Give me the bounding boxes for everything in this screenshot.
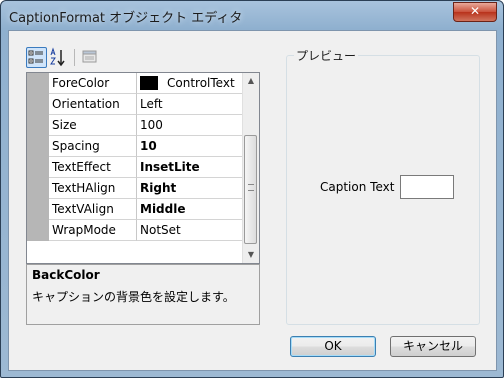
property-row[interactable]: WrapMode NotSet	[27, 220, 245, 241]
caption-label: Caption Text	[320, 180, 395, 194]
grip-icon	[248, 184, 254, 191]
row-margin	[27, 73, 49, 94]
property-value[interactable]: 10	[137, 136, 245, 157]
property-value[interactable]: InsetLite	[137, 157, 245, 178]
property-row[interactable]: ForeColor ControlText	[27, 73, 245, 94]
ok-button[interactable]: OK	[290, 336, 376, 357]
title-bar[interactable]: CaptionFormat オブジェクト エディタ ✕	[1, 1, 503, 30]
toolbar-separator	[74, 49, 75, 66]
vertical-scrollbar[interactable]: ▲ ▼	[242, 73, 259, 263]
property-value[interactable]: ControlText	[137, 73, 245, 94]
help-description: キャプションの背景色を設定します。	[32, 290, 235, 304]
property-pages-button[interactable]	[80, 47, 101, 68]
row-margin	[27, 178, 49, 199]
categorized-icon	[28, 50, 43, 64]
scroll-up-icon[interactable]: ▲	[243, 73, 259, 89]
caption-text-box[interactable]	[400, 175, 454, 199]
property-name: ForeColor	[49, 73, 137, 94]
property-row[interactable]: Orientation Left	[27, 94, 245, 115]
dialog-client-area: ForeColor ControlText Orientation Left S…	[8, 30, 497, 371]
property-row[interactable]: TextHAlign Right	[27, 178, 245, 199]
property-name: WrapMode	[49, 220, 137, 241]
property-value[interactable]: NotSet	[137, 220, 245, 241]
row-margin	[27, 199, 49, 220]
row-margin	[27, 157, 49, 178]
sort-alphabetical-icon	[50, 47, 65, 67]
property-row[interactable]: TextVAlign Middle	[27, 199, 245, 220]
property-value-text: ControlText	[167, 76, 235, 90]
row-margin	[27, 115, 49, 136]
property-value[interactable]: Right	[137, 178, 245, 199]
property-row[interactable]: Size 100	[27, 115, 245, 136]
preview-legend: プレビュー	[294, 47, 359, 64]
row-margin	[27, 94, 49, 115]
color-swatch	[140, 76, 158, 90]
property-grid[interactable]: ForeColor ControlText Orientation Left S…	[26, 72, 260, 264]
property-value[interactable]: Left	[137, 94, 245, 115]
property-value[interactable]: Middle	[137, 199, 245, 220]
help-title: BackColor	[32, 268, 100, 282]
row-margin	[27, 220, 49, 241]
property-name: Spacing	[49, 136, 137, 157]
window-title: CaptionFormat オブジェクト エディタ	[9, 11, 243, 26]
cancel-button[interactable]: キャンセル	[390, 336, 476, 357]
property-pages-icon	[82, 50, 97, 63]
sort-alphabetical-button[interactable]	[48, 47, 69, 68]
preview-group: プレビュー Caption Text	[286, 47, 480, 325]
property-value[interactable]: 100	[137, 115, 245, 136]
property-name: TextEffect	[49, 157, 137, 178]
categorized-button[interactable]	[26, 47, 47, 68]
close-button[interactable]: ✕	[453, 2, 497, 22]
property-name: Size	[49, 115, 137, 136]
dialog-window: CaptionFormat オブジェクト エディタ ✕ ForeColor Co…	[0, 0, 504, 378]
property-row[interactable]: TextEffect InsetLite	[27, 157, 245, 178]
help-panel: BackColor キャプションの背景色を設定します。	[26, 264, 260, 325]
property-name: TextVAlign	[49, 199, 137, 220]
property-name: Orientation	[49, 94, 137, 115]
scroll-thumb[interactable]	[244, 135, 257, 244]
property-row[interactable]: Spacing 10	[27, 136, 245, 157]
row-margin	[27, 136, 49, 157]
scroll-down-icon[interactable]: ▼	[243, 247, 259, 263]
property-name: TextHAlign	[49, 178, 137, 199]
